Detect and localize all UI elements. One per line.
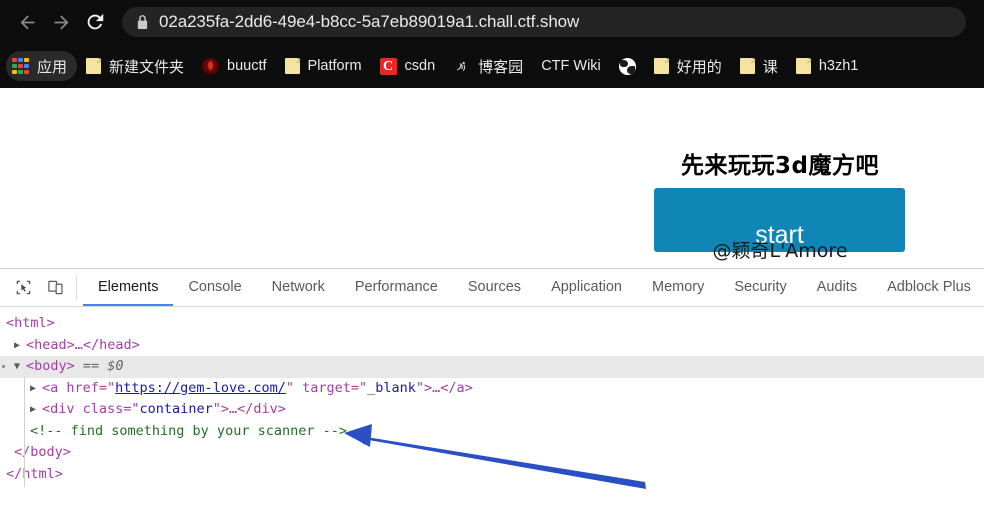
tab-application[interactable]: Application xyxy=(536,269,637,306)
folder-icon xyxy=(284,58,300,74)
bookmark-cnblogs[interactable]: 博客园 xyxy=(444,51,532,81)
address-bar[interactable]: 02a235fa-2dd6-49e4-b8cc-5a7eb89019a1.cha… xyxy=(122,7,966,37)
browser-toolbar: 02a235fa-2dd6-49e4-b8cc-5a7eb89019a1.cha… xyxy=(0,0,984,44)
dom-div-open: <div class=" xyxy=(42,401,140,417)
tab-console[interactable]: Console xyxy=(173,269,256,306)
tab-memory[interactable]: Memory xyxy=(637,269,719,306)
devtools-tool-icons xyxy=(4,275,77,300)
bookmark-label: buuctf xyxy=(227,58,267,74)
dom-row-comment[interactable]: <!-- find something by your scanner --> xyxy=(0,421,984,443)
page-viewport: 先来玩玩3d魔方吧 start @颖奇L'Amore xyxy=(0,88,984,268)
bookmark-buuctf[interactable]: buuctf xyxy=(193,51,276,81)
tab-audits[interactable]: Audits xyxy=(802,269,872,306)
bookmark-label: csdn xyxy=(404,58,436,74)
folder-icon xyxy=(795,58,811,74)
bookmark-label: CTF Wiki xyxy=(541,58,601,74)
apps-grid-icon xyxy=(12,57,29,75)
collapse-triangle-icon[interactable]: ▼ xyxy=(14,356,26,378)
tab-elements[interactable]: Elements xyxy=(83,269,174,306)
bookmark-label: 应用 xyxy=(37,58,68,76)
bookmark-label: 新建文件夹 xyxy=(109,58,185,76)
devtools-panel: Elements Console Network Performance Sou… xyxy=(0,268,984,525)
dom-anchor-target: _blank xyxy=(367,379,416,396)
selected-node-marker: == $0 xyxy=(82,358,124,374)
dom-html-close-tag: </html> xyxy=(6,465,63,482)
inspect-element-icon[interactable] xyxy=(10,275,36,301)
dom-body-tag: <body> xyxy=(26,358,75,374)
devtools-tabbar: Elements Console Network Performance Sou… xyxy=(0,269,984,307)
tab-network[interactable]: Network xyxy=(257,269,340,306)
folder-icon xyxy=(739,58,755,74)
dom-row-body[interactable]: ▼ <body> == $0 xyxy=(0,356,984,378)
dom-anchor-mid: " target=" xyxy=(285,379,368,396)
bookmarks-bar: 应用 新建文件夹 buuctf Platform C csdn 博客园 CTF … xyxy=(0,44,984,88)
expand-triangle-icon[interactable]: ▶ xyxy=(30,399,42,421)
buuctf-favicon xyxy=(202,57,220,75)
tab-performance[interactable]: Performance xyxy=(340,269,453,306)
dom-html-open-tag: <html> xyxy=(6,315,55,331)
tab-adblock-plus[interactable]: Adblock Plus xyxy=(872,269,984,306)
dom-anchor-close: ">…</a> xyxy=(415,379,473,396)
dom-anchor-open: <a href=" xyxy=(42,379,116,396)
selection-dot-icon xyxy=(2,365,5,368)
tree-indent-guide xyxy=(24,377,25,487)
lock-icon xyxy=(136,14,149,30)
dom-head-tag: <head>…</head> xyxy=(26,336,140,353)
globe-favicon xyxy=(618,57,636,75)
reload-button[interactable] xyxy=(78,5,112,39)
page-title: 先来玩玩3d魔方吧 xyxy=(681,153,879,179)
watermark-text: @颖奇L'Amore xyxy=(712,240,848,262)
dom-row-html-open[interactable]: <html> xyxy=(0,313,984,335)
address-bar-url: 02a235fa-2dd6-49e4-b8cc-5a7eb89019a1.cha… xyxy=(159,12,580,31)
dom-row-body-close[interactable]: </body> xyxy=(0,442,984,464)
bookmark-h3zh1[interactable]: h3zh1 xyxy=(787,51,868,81)
bookmark-ctf-wiki[interactable]: CTF Wiki xyxy=(532,51,610,81)
back-button[interactable] xyxy=(10,5,44,39)
dom-div-class: container xyxy=(139,401,213,417)
bookmark-platform[interactable]: Platform xyxy=(276,51,371,81)
bookmark-label: 好用的 xyxy=(676,58,722,76)
browser-chrome: 02a235fa-2dd6-49e4-b8cc-5a7eb89019a1.cha… xyxy=(0,0,984,88)
bookmark-label: 博客园 xyxy=(478,58,524,76)
bookmark-csdn[interactable]: C csdn xyxy=(371,51,445,81)
dom-row-html-close[interactable]: </html> xyxy=(0,464,984,486)
bookmark-label: Platform xyxy=(307,58,362,74)
dom-html-comment: <!-- find something by your scanner --> xyxy=(30,422,347,439)
dom-div-close: ">…</div> xyxy=(212,401,286,417)
folder-icon xyxy=(86,58,102,74)
bookmark-apps[interactable]: 应用 xyxy=(6,51,78,81)
folder-icon xyxy=(653,58,669,74)
devtools-tabs: Elements Console Network Performance Sou… xyxy=(83,269,984,306)
tab-security[interactable]: Security xyxy=(719,269,801,306)
csdn-favicon: C xyxy=(379,57,397,75)
tab-sources[interactable]: Sources xyxy=(453,269,536,306)
expand-triangle-icon[interactable]: ▶ xyxy=(30,378,42,400)
dom-tree: <html> ▶ <head>…</head> ▼ <body> == $0 ▶ <a… xyxy=(0,307,984,487)
bookmark-label: h3zh1 xyxy=(818,58,859,74)
bookmark-course[interactable]: 课 xyxy=(731,51,787,81)
bookmark-globe[interactable] xyxy=(610,51,645,81)
dom-anchor-href[interactable]: https://gem-love.com/ xyxy=(115,380,286,396)
expand-triangle-icon[interactable]: ▶ xyxy=(14,335,26,357)
dom-row-head[interactable]: ▶ <head>…</head> xyxy=(0,335,984,357)
page-content: 先来玩玩3d魔方吧 start @颖奇L'Amore xyxy=(0,88,984,268)
dom-row-div-container[interactable]: ▶ <div class="container">…</div> xyxy=(0,399,984,421)
device-toolbar-icon[interactable] xyxy=(42,275,68,301)
bookmark-label: 课 xyxy=(762,58,778,76)
cnblogs-favicon xyxy=(453,58,470,75)
dom-row-anchor[interactable]: ▶ <a href="https://gem-love.com/" target=… xyxy=(0,378,984,400)
bookmark-new-folder[interactable]: 新建文件夹 xyxy=(77,51,193,81)
bookmark-useful[interactable]: 好用的 xyxy=(645,51,731,81)
forward-button[interactable] xyxy=(44,5,78,39)
dom-body-close-tag: </body> xyxy=(14,444,71,460)
